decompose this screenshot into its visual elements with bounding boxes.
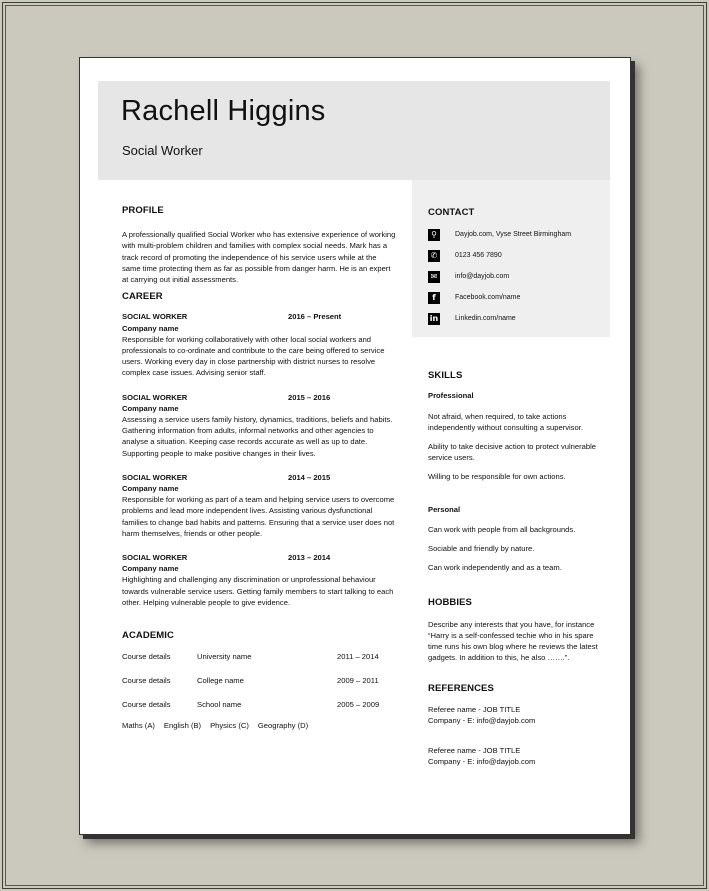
contact-heading: CONTACT <box>428 207 475 218</box>
resume-header: Rachell Higgins Social Worker <box>98 81 610 180</box>
contact-item-email[interactable]: ✉ info@dayjob.com <box>428 266 603 287</box>
grade: English (B) <box>163 721 202 731</box>
grade: Geography (D) <box>257 721 309 731</box>
job-description: Responsible for working as part of a tea… <box>122 495 395 538</box>
job-dates: 2016 – Present <box>288 312 342 322</box>
linkedin-icon: in <box>428 312 440 325</box>
career-entry: SOCIAL WORKER 2013 – 2014 Company name H… <box>122 552 397 608</box>
skill-item: Willing to be responsible for own action… <box>428 472 566 482</box>
career-section: CAREER SOCIAL WORKER 2016 – Present Comp… <box>122 291 397 608</box>
academic-dates: 2011 – 2014 <box>337 652 379 662</box>
hobbies-text: Describe any interests that you have, fo… <box>428 619 598 663</box>
location-pin-icon: ⚲ <box>428 228 440 241</box>
left-column: PROFILE A professionally qualified Socia… <box>122 205 397 732</box>
hobbies-heading: HOBBIES <box>428 597 472 609</box>
job-description: Assessing a service users family history… <box>122 415 393 458</box>
skill-item: Not afraid, when required, to take actio… <box>428 411 583 432</box>
career-entry: SOCIAL WORKER 2015 – 2016 Company name A… <box>122 392 397 459</box>
candidate-name: Rachell Higgins <box>121 95 326 127</box>
skill-item: Can work independently and as a team. <box>428 563 562 573</box>
job-dates: 2015 – 2016 <box>288 392 331 402</box>
skills-heading: SKILLS <box>428 370 463 382</box>
career-entry: SOCIAL WORKER 2014 – 2015 Company name R… <box>122 472 397 539</box>
course-details: Course details <box>122 652 171 662</box>
job-description: Highlighting and challenging any discrim… <box>122 575 394 607</box>
contact-phone: 0123 456 7890 <box>455 252 502 260</box>
email-icon: ✉ <box>428 270 440 283</box>
academic-section: ACADEMIC Course details University name … <box>122 630 397 731</box>
course-details: Course details <box>122 700 171 710</box>
job-role: SOCIAL WORKER <box>122 472 188 482</box>
job-dates: 2014 – 2015 <box>288 472 331 482</box>
candidate-job-title: Social Worker <box>122 143 203 158</box>
institution-name: School name <box>197 700 242 710</box>
contact-linkedin-link[interactable]: Linkedin.com/name <box>455 313 516 324</box>
referee-name: Referee name - JOB TITLE <box>428 746 521 756</box>
grades-row: Maths (A) English (B) Physics (C) Geogra… <box>122 720 397 731</box>
job-role: SOCIAL WORKER <box>122 312 188 322</box>
academic-dates: 2009 – 2011 <box>337 676 379 686</box>
profile-section: PROFILE A professionally qualified Socia… <box>122 205 397 285</box>
academic-heading: ACADEMIC <box>122 630 174 642</box>
job-company: Company name <box>122 564 179 574</box>
references-heading: REFERENCES <box>428 683 494 695</box>
reference-entry: Referee name - JOB TITLE Company - E: in… <box>428 704 603 726</box>
job-company: Company name <box>122 323 179 333</box>
institution-name: University name <box>197 652 252 662</box>
grade: Maths (A) <box>122 721 155 731</box>
contact-item-address: ⚲ Dayjob.com, Vyse Street Birmingham <box>428 224 603 245</box>
phone-icon: ✆ <box>428 249 440 262</box>
facebook-icon: f <box>428 291 440 304</box>
career-heading: CAREER <box>122 291 163 303</box>
contact-item-linkedin[interactable]: in Linkedin.com/name <box>428 308 603 329</box>
profile-text: A professionally qualified Social Worker… <box>122 230 396 285</box>
contact-section: CONTACT ⚲ Dayjob.com, Vyse Street Birmin… <box>428 207 603 329</box>
career-entry: SOCIAL WORKER 2016 – Present Company nam… <box>122 311 397 378</box>
job-role: SOCIAL WORKER <box>122 392 188 402</box>
academic-dates: 2005 – 2009 <box>337 700 380 710</box>
contact-facebook-link[interactable]: Facebook.com/name <box>455 292 520 303</box>
personal-skills-heading: Personal <box>428 504 461 514</box>
skills-section: SKILLS Professional Not afraid, when req… <box>428 370 603 573</box>
course-details: Course details <box>122 676 171 686</box>
resume-page: Rachell Higgins Social Worker PROFILE A … <box>79 57 631 835</box>
professional-skills-heading: Professional <box>428 391 474 401</box>
hobbies-section: HOBBIES Describe any interests that you … <box>428 597 603 663</box>
skill-item: Sociable and friendly by nature. <box>428 544 535 554</box>
grade: Physics (C) <box>210 721 249 731</box>
job-role: SOCIAL WORKER <box>122 553 188 563</box>
contact-item-phone: ✆ 0123 456 7890 <box>428 245 603 266</box>
job-company: Company name <box>122 484 179 494</box>
contact-email-link[interactable]: info@dayjob.com <box>455 271 509 282</box>
skill-item: Can work with people from all background… <box>428 524 576 534</box>
institution-name: College name <box>197 676 244 686</box>
contact-item-facebook[interactable]: f Facebook.com/name <box>428 287 603 308</box>
academic-row: Course details School name 2005 – 2009 <box>122 697 397 712</box>
job-company: Company name <box>122 403 179 413</box>
profile-heading: PROFILE <box>122 205 164 216</box>
right-column: CONTACT ⚲ Dayjob.com, Vyse Street Birmin… <box>428 205 603 767</box>
contact-address: Dayjob.com, Vyse Street Birmingham <box>455 231 572 239</box>
academic-row: Course details College name 2009 – 2011 <box>122 673 397 688</box>
references-section: REFERENCES Referee name - JOB TITLE Comp… <box>428 683 603 767</box>
skill-item: Ability to take decisive action to prote… <box>428 442 596 463</box>
reference-entry: Referee name - JOB TITLE Company - E: in… <box>428 745 603 767</box>
academic-row: Course details University name 2011 – 20… <box>122 649 397 664</box>
job-dates: 2013 – 2014 <box>288 553 331 563</box>
job-description: Responsible for working collaboratively … <box>122 334 385 378</box>
referee-company: Company - E: info@dayjob.com <box>428 757 536 767</box>
referee-name: Referee name - JOB TITLE <box>428 704 521 714</box>
referee-company: Company - E: info@dayjob.com <box>428 715 536 725</box>
